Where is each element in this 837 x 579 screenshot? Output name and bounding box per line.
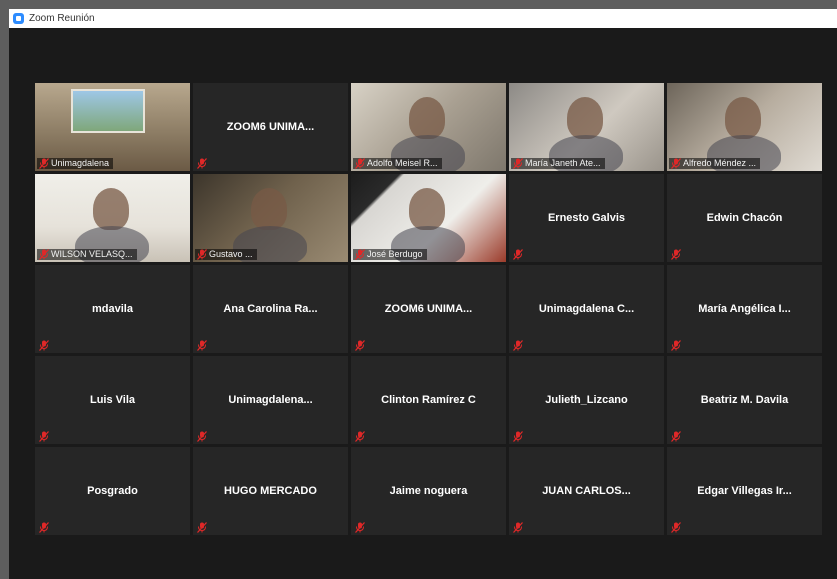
muted-mic-icon [513,338,523,351]
participant-name: Edwin Chacón [706,212,783,224]
participant-name: Posgrado [87,485,138,497]
participant-tile[interactable]: Unimagdalena [35,83,190,171]
muted-mic-icon [355,158,365,169]
participant-name: Beatriz M. Davila [700,394,789,406]
muted-mic-icon [513,429,523,442]
participant-name: HUGO MERCADO [224,485,317,497]
participant-tile[interactable]: JUAN CARLOS... [509,447,664,535]
participant-tile[interactable]: Beatriz M. Davila [667,356,822,444]
participant-tile[interactable]: Ana Carolina Ra... [193,265,348,353]
participant-tile[interactable]: Alfredo Méndez ... [667,83,822,171]
participant-tile[interactable]: mdavila [35,265,190,353]
muted-mic-icon [355,520,365,533]
participant-tile[interactable]: Gustavo ... [193,174,348,262]
participant-name: Ana Carolina Ra... [223,303,318,315]
participant-name: Adolfo Meisel R... [367,158,438,168]
zoom-window: Zoom Reunión Unimagdalena ZOOM6 UNIMA... A… [9,9,837,579]
participant-silhouette [409,188,445,230]
participant-silhouette [567,97,603,139]
muted-mic-icon [197,520,207,533]
participant-tile[interactable]: Jaime noguera [351,447,506,535]
muted-mic-icon [671,158,681,169]
room-window [71,89,145,133]
title-bar[interactable]: Zoom Reunión [9,9,837,28]
participant-tile[interactable]: Ernesto Galvis [509,174,664,262]
muted-mic-icon [671,247,681,260]
participant-tile[interactable]: Edgar Villegas Ir... [667,447,822,535]
muted-mic-icon [671,338,681,351]
muted-mic-icon [513,520,523,533]
participant-name: Clinton Ramírez C [381,394,476,406]
muted-mic-icon [355,249,365,260]
muted-mic-icon [39,520,49,533]
muted-mic-icon [39,338,49,351]
participant-tile[interactable]: María Angélica I... [667,265,822,353]
participant-tile[interactable]: ZOOM6 UNIMA... [351,265,506,353]
participant-silhouette [409,97,445,139]
participant-name-label: Gustavo ... [195,249,257,260]
participant-name: Unimagdalena... [228,394,313,406]
muted-mic-icon [671,429,681,442]
participant-name-label: María Janeth Ate... [511,158,605,169]
muted-mic-icon [39,429,49,442]
participant-name-label: José Berdugo [353,249,427,260]
muted-mic-icon [197,156,207,169]
participant-name: Unimagdalena C... [538,303,635,315]
participant-tile[interactable]: Julieth_Lizcano [509,356,664,444]
participant-name: JUAN CARLOS... [542,485,631,497]
muted-mic-icon [671,520,681,533]
participant-tile[interactable]: Edwin Chacón [667,174,822,262]
zoom-camera-icon [13,13,24,24]
participant-name: Julieth_Lizcano [545,394,628,406]
participant-tile[interactable]: HUGO MERCADO [193,447,348,535]
window-title: Zoom Reunión [29,13,95,24]
participant-name: Alfredo Méndez ... [683,158,757,168]
participant-tile[interactable]: Clinton Ramírez C [351,356,506,444]
participant-name: Ernesto Galvis [547,212,626,224]
participant-silhouette [725,97,761,139]
participant-tile[interactable]: María Janeth Ate... [509,83,664,171]
participant-tile[interactable]: Adolfo Meisel R... [351,83,506,171]
participant-name: María Angélica I... [698,303,791,315]
participant-tile[interactable]: WILSON VELASQ... [35,174,190,262]
muted-mic-icon [39,249,49,260]
participant-tile[interactable]: ZOOM6 UNIMA... [193,83,348,171]
participant-name: Edgar Villegas Ir... [697,485,792,497]
participant-tile[interactable]: Luis Vila [35,356,190,444]
participant-tile[interactable]: Posgrado [35,447,190,535]
muted-mic-icon [355,338,365,351]
participant-name: María Janeth Ate... [525,158,601,168]
muted-mic-icon [39,158,49,169]
muted-mic-icon [197,249,207,260]
participant-name: Gustavo ... [209,249,253,259]
muted-mic-icon [197,338,207,351]
participant-name: Jaime noguera [389,485,468,497]
participant-tile[interactable]: Unimagdalena... [193,356,348,444]
participant-name-label: Unimagdalena [37,158,114,169]
muted-mic-icon [197,429,207,442]
participant-silhouette [251,188,287,230]
participant-silhouette [93,188,129,230]
participant-name: mdavila [92,303,133,315]
participant-name: José Berdugo [367,249,423,259]
gallery-grid: Unimagdalena ZOOM6 UNIMA... Adolfo Meisel … [35,83,822,535]
participant-tile[interactable]: Unimagdalena C... [509,265,664,353]
participant-name: Unimagdalena [51,158,110,168]
participant-name-label: Adolfo Meisel R... [353,158,442,169]
participant-name-label: WILSON VELASQ... [37,249,137,260]
participant-tile[interactable]: José Berdugo [351,174,506,262]
participant-name: WILSON VELASQ... [51,249,133,259]
muted-mic-icon [355,429,365,442]
participant-name: ZOOM6 UNIMA... [384,303,473,315]
muted-mic-icon [513,247,523,260]
muted-mic-icon [513,158,523,169]
participant-name: ZOOM6 UNIMA... [226,121,315,133]
participant-name: Luis Vila [89,394,136,406]
participant-name-label: Alfredo Méndez ... [669,158,761,169]
